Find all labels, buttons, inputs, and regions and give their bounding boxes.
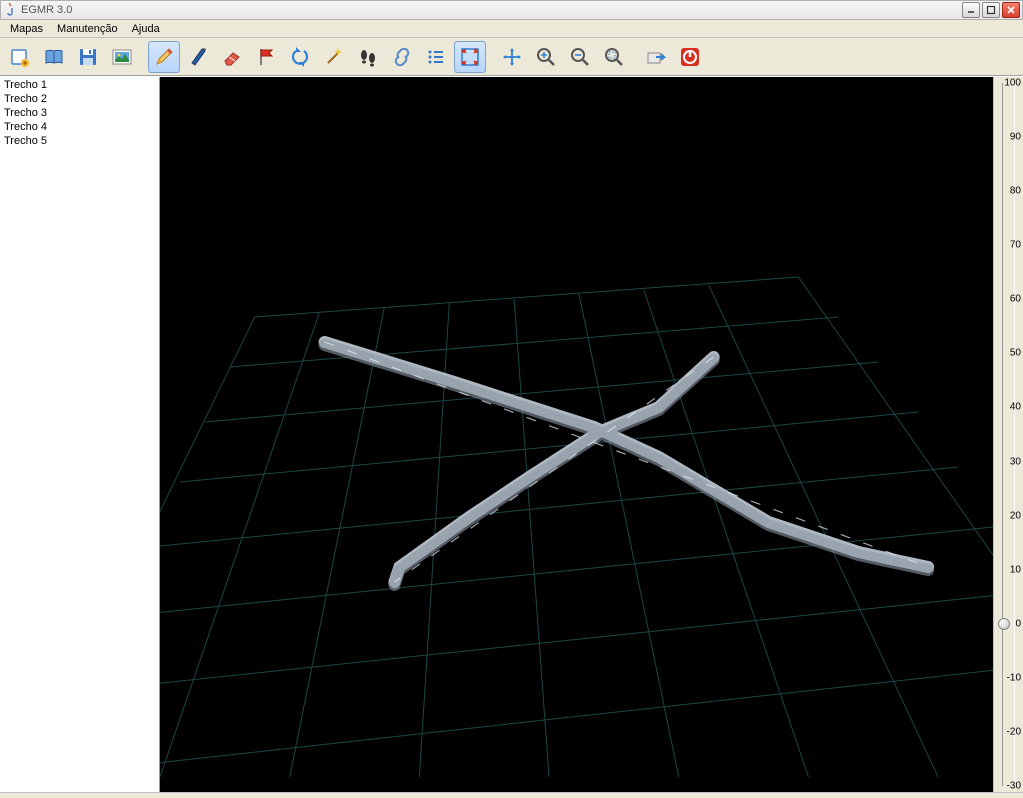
main-area: Trecho 1 Trecho 2 Trecho 3 Trecho 4 Trec… xyxy=(0,76,1023,792)
z-scale-panel: 1009080706050403020100-10-20-30 xyxy=(993,77,1023,792)
menu-mapas[interactable]: Mapas xyxy=(4,22,49,36)
toolbar-separator xyxy=(632,43,638,71)
eraser-button[interactable] xyxy=(216,41,248,73)
link-button[interactable] xyxy=(386,41,418,73)
window-title: EGMR 3.0 xyxy=(21,4,962,16)
status-bar xyxy=(0,792,1023,798)
z-scale-tick: 100 xyxy=(1004,78,1021,89)
footprints-button[interactable] xyxy=(352,41,384,73)
z-scale-tick: 10 xyxy=(1010,564,1021,575)
viewport-3d[interactable] xyxy=(160,77,993,792)
z-scale-tick: 50 xyxy=(1010,348,1021,359)
menu-manutencao[interactable]: Manutenção xyxy=(51,22,124,36)
save-button[interactable] xyxy=(72,41,104,73)
sidebar: Trecho 1 Trecho 2 Trecho 3 Trecho 4 Trec… xyxy=(0,77,160,792)
z-scale-tick: 70 xyxy=(1010,240,1021,251)
z-scale-tick: -20 xyxy=(1007,726,1021,737)
new-map-button[interactable] xyxy=(4,41,36,73)
list-button[interactable] xyxy=(420,41,452,73)
window-controls xyxy=(962,2,1020,18)
title-bar: EGMR 3.0 xyxy=(0,0,1023,20)
z-scale-tick: 90 xyxy=(1010,132,1021,143)
z-scale-tick: 60 xyxy=(1010,294,1021,305)
z-scale-tick: 0 xyxy=(1015,618,1021,629)
refresh-button[interactable] xyxy=(284,41,316,73)
java-icon xyxy=(3,3,17,17)
toolbar-separator xyxy=(488,43,494,71)
z-scale-tick: 30 xyxy=(1010,456,1021,467)
pencil-button[interactable] xyxy=(148,41,180,73)
maximize-button[interactable] xyxy=(982,2,1000,18)
z-scale-tick: 20 xyxy=(1010,510,1021,521)
export-button[interactable] xyxy=(640,41,672,73)
image-button[interactable] xyxy=(106,41,138,73)
wand-button[interactable] xyxy=(318,41,350,73)
z-scale-tick: 80 xyxy=(1010,186,1021,197)
tree-item-trecho-2[interactable]: Trecho 2 xyxy=(0,92,159,106)
tree-item-trecho-3[interactable]: Trecho 3 xyxy=(0,106,159,120)
power-button[interactable] xyxy=(674,41,706,73)
tree-item-trecho-5[interactable]: Trecho 5 xyxy=(0,134,159,148)
viewport-container: 1009080706050403020100-10-20-30 xyxy=(160,77,1023,792)
fit-button[interactable] xyxy=(454,41,486,73)
toolbar xyxy=(0,38,1023,76)
menu-bar: Mapas Manutenção Ajuda xyxy=(0,20,1023,38)
tree-item-trecho-1[interactable]: Trecho 1 xyxy=(0,78,159,92)
z-scale-thumb[interactable] xyxy=(998,618,1010,630)
menu-ajuda[interactable]: Ajuda xyxy=(126,22,166,36)
zoom-region-button[interactable] xyxy=(598,41,630,73)
tree-item-trecho-4[interactable]: Trecho 4 xyxy=(0,120,159,134)
pen-button[interactable] xyxy=(182,41,214,73)
zoom-in-button[interactable] xyxy=(530,41,562,73)
z-scale-tick: -10 xyxy=(1007,672,1021,683)
minimize-button[interactable] xyxy=(962,2,980,18)
toolbar-separator xyxy=(140,43,146,71)
z-scale-tick: 40 xyxy=(1010,402,1021,413)
book-button[interactable] xyxy=(38,41,70,73)
flag-button[interactable] xyxy=(250,41,282,73)
z-scale-tick: -30 xyxy=(1007,781,1021,792)
move-button[interactable] xyxy=(496,41,528,73)
zoom-out-button[interactable] xyxy=(564,41,596,73)
close-button[interactable] xyxy=(1002,2,1020,18)
